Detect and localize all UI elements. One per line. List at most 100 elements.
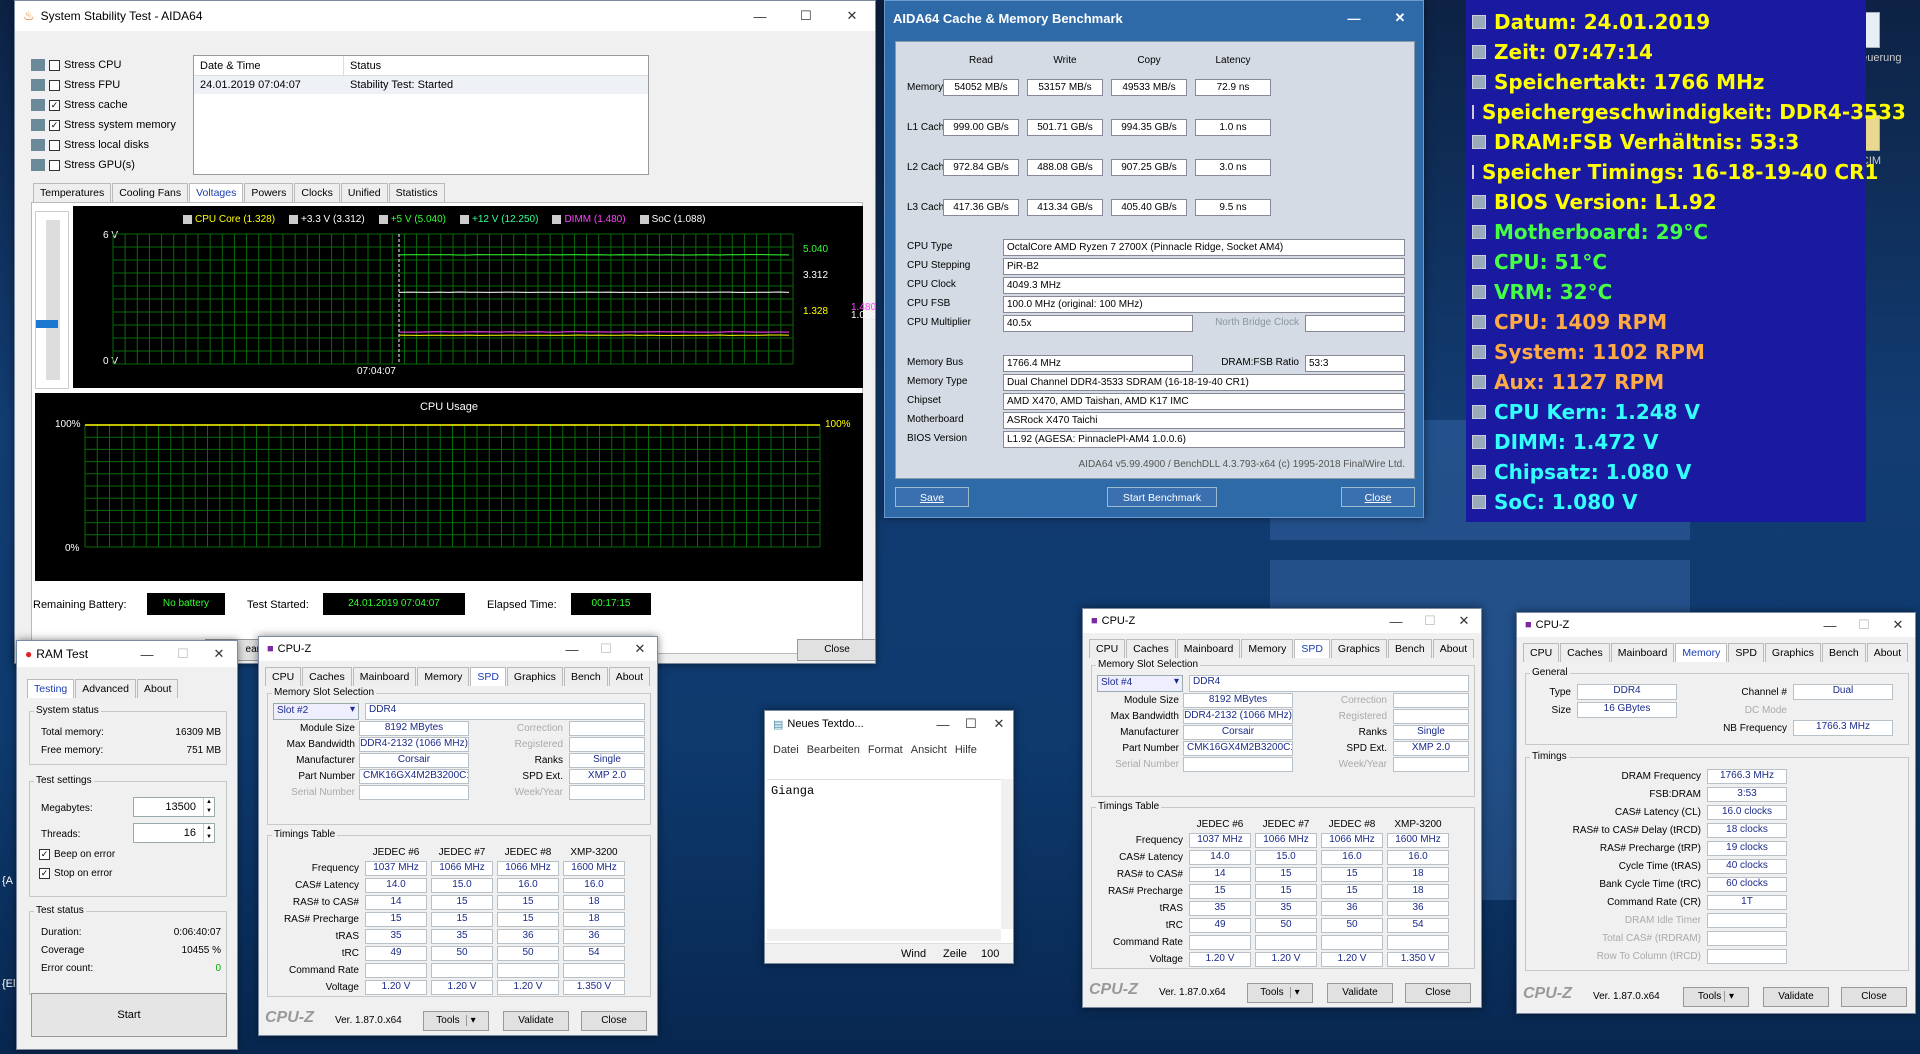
minimize-button[interactable]: — <box>929 717 957 732</box>
tab-memory[interactable]: Memory <box>417 667 469 686</box>
timing-value: 1.20 V <box>365 980 427 995</box>
minimize-button[interactable]: — <box>737 9 783 24</box>
tab-temperatures[interactable]: Temperatures <box>33 183 111 202</box>
tab-cpu[interactable]: CPU <box>1089 639 1125 658</box>
start-button[interactable]: Start <box>31 993 227 1037</box>
tab-about[interactable]: About <box>609 667 650 686</box>
scroll-thumb[interactable] <box>36 320 58 328</box>
close-window-button[interactable]: ✕ <box>1881 617 1915 633</box>
window-title: AIDA64 Cache & Memory Benchmark <box>893 11 1331 26</box>
tab-memory[interactable]: Memory <box>1241 639 1293 658</box>
close-button[interactable]: Close <box>1341 487 1415 507</box>
tab-spd[interactable]: SPD <box>1294 639 1330 658</box>
tab-mainboard[interactable]: Mainboard <box>1611 643 1675 662</box>
dropdown-arrow-icon: ▾ <box>1724 991 1734 1002</box>
tab-graphics[interactable]: Graphics <box>1765 643 1821 662</box>
slot-select[interactable]: Slot #2 ▾ <box>273 703 359 720</box>
menu-item[interactable]: Datei <box>773 741 799 759</box>
beep-label: Beep on error <box>54 849 115 860</box>
tab-cpu[interactable]: CPU <box>1523 643 1559 662</box>
validate-button[interactable]: Validate <box>1763 987 1829 1007</box>
stress-label: Stress cache <box>64 99 128 111</box>
tab-spd[interactable]: SPD <box>470 667 506 686</box>
stress-option[interactable]: ✓ Stress cache <box>31 95 191 115</box>
slot-select[interactable]: Slot #4 ▾ <box>1097 675 1183 692</box>
minimize-button[interactable]: — <box>129 647 165 662</box>
tab-testing[interactable]: Testing <box>27 679 74 698</box>
validate-button[interactable]: Validate <box>1327 983 1393 1003</box>
minimize-button[interactable]: — <box>555 642 589 657</box>
close-window-button[interactable]: ✕ <box>829 8 875 24</box>
close-window-button[interactable]: ✕ <box>985 716 1013 732</box>
tab-voltages[interactable]: Voltages <box>189 183 243 202</box>
close-button[interactable]: Close <box>1841 987 1907 1007</box>
stress-option[interactable]: Stress GPU(s) <box>31 155 191 175</box>
menu-item[interactable]: Format <box>868 741 903 759</box>
menu-item[interactable]: Ansicht <box>911 741 947 759</box>
tab-bench[interactable]: Bench <box>564 667 608 686</box>
close-window-button[interactable]: ✕ <box>201 646 237 662</box>
validate-button[interactable]: Validate <box>503 1011 569 1031</box>
column-header[interactable]: Status <box>344 56 648 75</box>
close-window-button[interactable]: ✕ <box>1447 613 1481 629</box>
close-window-button[interactable]: ✕ <box>623 641 657 657</box>
stress-option[interactable]: Stress CPU <box>31 55 191 75</box>
tab-about[interactable]: About <box>1867 643 1908 662</box>
spd-field-value: XMP 2.0 <box>1393 741 1469 756</box>
tab-clocks[interactable]: Clocks <box>294 183 340 202</box>
maximize-button[interactable]: ☐ <box>783 8 829 24</box>
start-benchmark-button[interactable]: Start Benchmark <box>1107 487 1217 507</box>
tab-spd[interactable]: SPD <box>1728 643 1764 662</box>
close-window-button[interactable]: ✕ <box>1377 10 1423 26</box>
text-area[interactable]: Gianga <box>767 779 1001 929</box>
beep-checkbox[interactable]: ✓ Beep on error <box>39 849 115 860</box>
tab-statistics[interactable]: Statistics <box>389 183 445 202</box>
tab-mainboard[interactable]: Mainboard <box>1177 639 1241 658</box>
tab-memory[interactable]: Memory <box>1675 643 1727 662</box>
tab-about[interactable]: About <box>137 679 178 698</box>
tools-button[interactable]: Tools ▾ <box>1247 983 1313 1003</box>
tab-graphics[interactable]: Graphics <box>507 667 563 686</box>
tab-mainboard[interactable]: Mainboard <box>353 667 417 686</box>
menu-item[interactable]: Hilfe <box>955 741 977 759</box>
megabytes-spinner[interactable]: ▲ ▼ <box>203 798 214 816</box>
column-header: XMP-3200 <box>563 847 625 858</box>
horizontal-scrollbar[interactable] <box>767 929 1001 941</box>
threads-spinner[interactable]: ▲ ▼ <box>203 824 214 842</box>
tab-bench[interactable]: Bench <box>1388 639 1432 658</box>
tab-caches[interactable]: Caches <box>1560 643 1610 662</box>
bios-value: L1.92 (AGESA: PinnaclePl-AM4 1.0.0.6) <box>1003 431 1405 448</box>
stop-checkbox[interactable]: ✓ Stop on error <box>39 868 112 879</box>
minimize-button[interactable]: — <box>1813 618 1847 633</box>
close-button[interactable]: Close <box>1405 983 1471 1003</box>
tab-unified[interactable]: Unified <box>341 183 388 202</box>
save-button[interactable]: Save <box>895 487 969 507</box>
cpuz-tabs: CPU Caches Mainboard Memory SPD Graphics Bench… <box>265 667 651 686</box>
tab-bench[interactable]: Bench <box>1822 643 1866 662</box>
vertical-scrollbar[interactable] <box>1001 779 1013 929</box>
tab-powers[interactable]: Powers <box>244 183 293 202</box>
column-header[interactable]: Date & Time <box>194 56 344 75</box>
close-button[interactable]: Close <box>797 639 876 661</box>
tab-caches[interactable]: Caches <box>302 667 352 686</box>
tools-button[interactable]: Tools ▾ <box>423 1011 489 1031</box>
stress-option[interactable]: Stress local disks <box>31 135 191 155</box>
tools-button[interactable]: Tools ▾ <box>1683 987 1749 1007</box>
table-row[interactable]: 24.01.2019 07:04:07 Stability Test: Star… <box>194 76 648 94</box>
stress-option[interactable]: ✓ Stress system memory <box>31 115 191 135</box>
graph-scroll[interactable] <box>35 211 69 389</box>
tab-about[interactable]: About <box>1433 639 1474 658</box>
tab-cpu[interactable]: CPU <box>265 667 301 686</box>
maximize-button[interactable]: ☐ <box>957 716 985 732</box>
tab-graphics[interactable]: Graphics <box>1331 639 1387 658</box>
menu-item[interactable]: Bearbeiten <box>807 741 860 759</box>
free-memory-label: Free memory: <box>41 745 103 756</box>
stress-option[interactable]: Stress FPU <box>31 75 191 95</box>
close-button[interactable]: Close <box>581 1011 647 1031</box>
timing-value: 14 <box>1189 867 1251 882</box>
tab-cooling-fans[interactable]: Cooling Fans <box>112 183 188 202</box>
minimize-button[interactable]: — <box>1379 614 1413 629</box>
tab-caches[interactable]: Caches <box>1126 639 1176 658</box>
tab-advanced[interactable]: Advanced <box>75 679 136 698</box>
minimize-button[interactable]: — <box>1331 11 1377 26</box>
